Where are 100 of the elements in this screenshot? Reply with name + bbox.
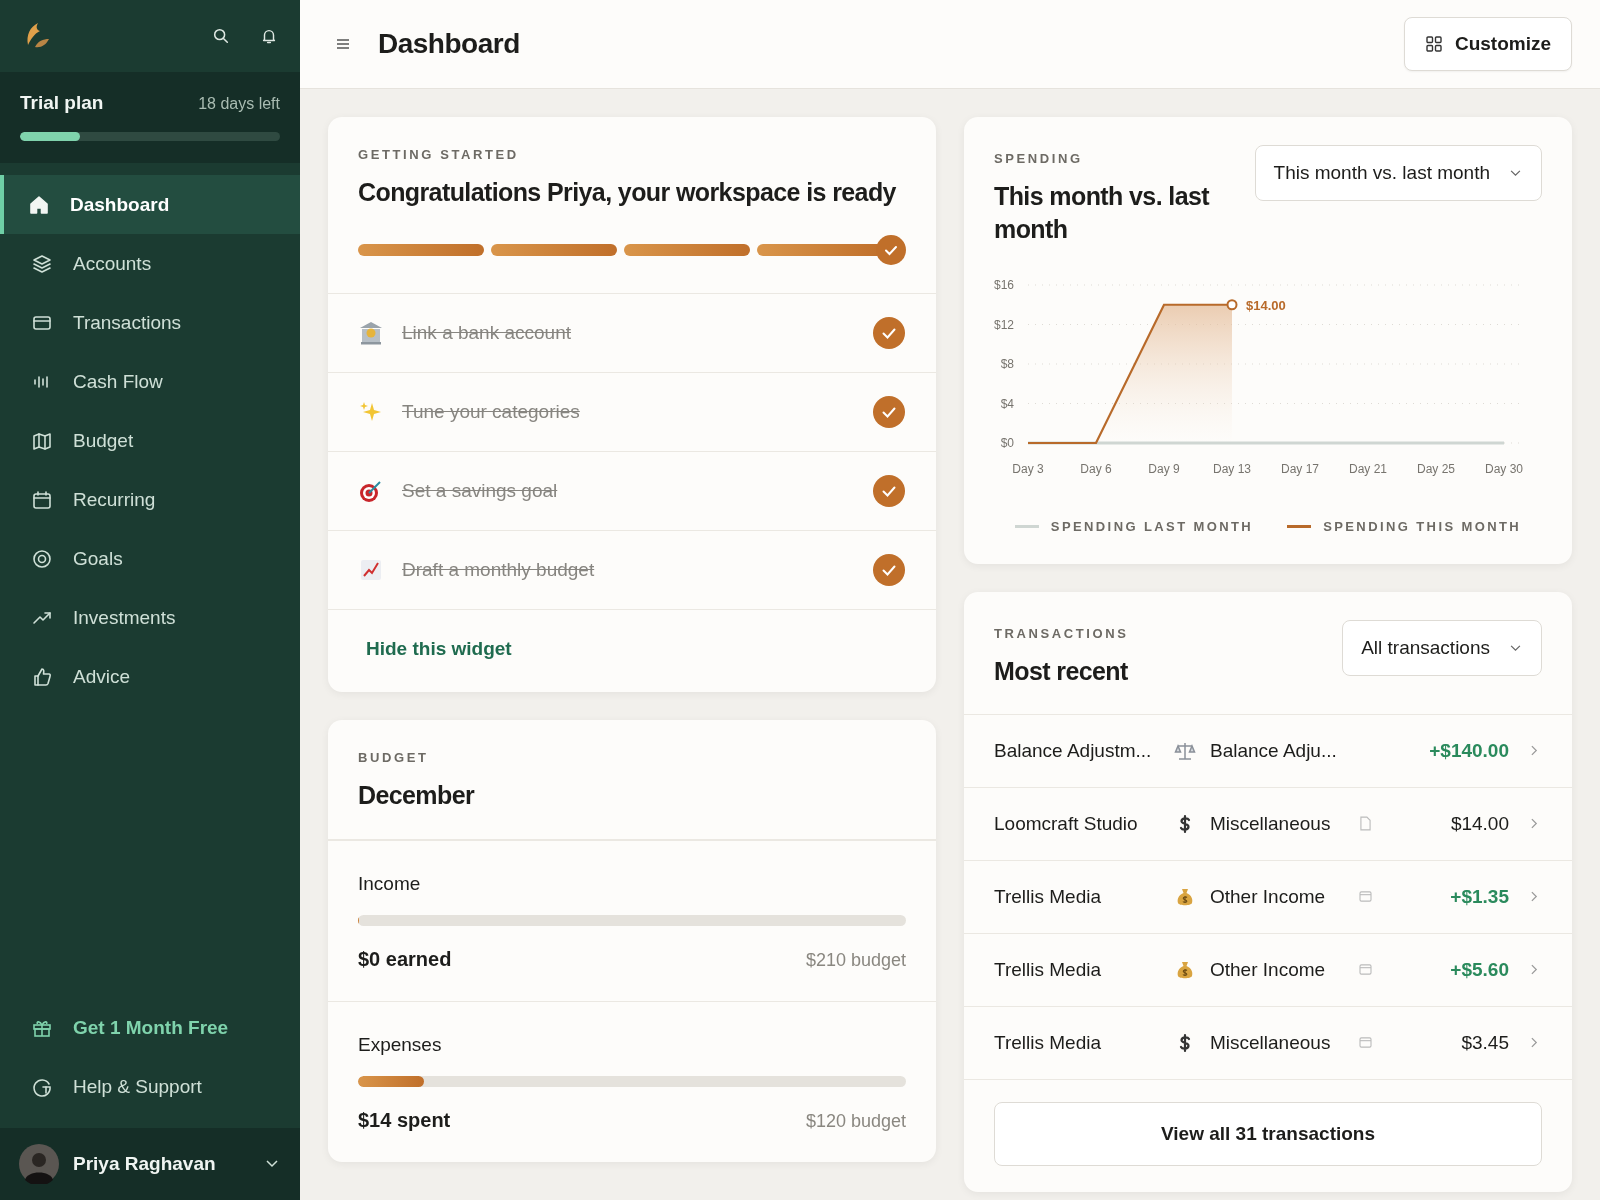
help-link[interactable]: Help & Support [0, 1057, 300, 1116]
check-icon [876, 234, 906, 265]
chevron-right-icon [1531, 964, 1538, 975]
card-eyebrow: SPENDING [994, 151, 1084, 166]
nav-item[interactable]: Accounts [0, 234, 300, 293]
card-title: This month vs. last month [994, 181, 1211, 245]
check-icon[interactable] [872, 552, 906, 587]
transaction-amount: $14.00 [1450, 812, 1509, 835]
card-title: Congratulations Priya, your workspace is ready [358, 177, 897, 208]
avatar [19, 1144, 59, 1184]
merchant-name: Loomcraft Studio [994, 812, 1139, 835]
task-label: Set a savings goal [402, 479, 558, 502]
customize-button[interactable]: Customize [1403, 17, 1572, 71]
view-all-button[interactable]: View all 31 transactions [994, 1101, 1542, 1166]
layers-icon [31, 252, 53, 275]
category-name: Miscellaneous [1210, 812, 1332, 835]
card-eyebrow: BUDGET [358, 749, 430, 765]
filter-dropdown[interactable]: All transactions [1342, 620, 1542, 676]
grid-icon [1424, 35, 1443, 53]
legend-label: SPENDING THIS MONTH [1323, 519, 1522, 534]
transaction-row[interactable]: Loomcraft Studio Miscellaneous $14.00 [964, 786, 1572, 860]
axis-label: Day 13 [1213, 462, 1251, 476]
budget-total: $120 budget [805, 1111, 906, 1132]
card-eyebrow: GETTING STARTED [358, 147, 520, 162]
category-name: Other Income [1210, 958, 1327, 981]
nav-item[interactable]: Budget [0, 411, 300, 470]
budget-label: Expenses [358, 1034, 443, 1056]
axis-label: Day 30 [1485, 462, 1523, 476]
transaction-row[interactable]: Trellis Media Miscellaneous $3.45 [964, 1005, 1572, 1079]
page-title: Dashboard [378, 28, 520, 60]
budget-total: $210 budget [805, 950, 906, 971]
days-left: 18 days left [198, 95, 280, 113]
axis-label: Day 21 [1349, 462, 1387, 476]
transaction-amount: +$1.35 [1450, 885, 1509, 908]
axis-label: Day 6 [1080, 462, 1112, 476]
axis-label: Day 17 [1281, 462, 1319, 476]
home-icon [28, 193, 50, 216]
search-icon[interactable] [212, 27, 230, 45]
budget-amount: $14 spent [358, 1109, 451, 1132]
chevron-down-icon [266, 1160, 278, 1168]
category-name: Balance Adju... [1210, 739, 1338, 762]
thumb-icon [31, 665, 53, 688]
nav-item[interactable]: Dashboard [0, 175, 300, 234]
bank-icon [358, 319, 384, 346]
document-icon [1359, 816, 1371, 831]
nav-item[interactable]: Transactions [0, 293, 300, 352]
chevron-right-icon [1531, 745, 1538, 756]
category-name: Miscellaneous [1210, 1031, 1332, 1054]
nav-item[interactable]: Cash Flow [0, 352, 300, 411]
budget-amount: $0 earned [358, 948, 452, 971]
card-icon [1358, 1037, 1372, 1048]
transaction-amount: $3.45 [1461, 1031, 1509, 1054]
axis-label: $8 [1000, 357, 1014, 371]
legend-label: SPENDING LAST MONTH [1050, 519, 1254, 534]
axis-label: Day 25 [1417, 462, 1455, 476]
data-label: $14.00 [1246, 297, 1286, 313]
axis-label: $0 [1000, 436, 1014, 450]
check-icon[interactable] [872, 315, 906, 350]
merchant-name: Trellis Media [994, 885, 1102, 908]
card-icon [1358, 891, 1372, 902]
merchant-name: Trellis Media [994, 958, 1102, 981]
chevron-right-icon [1531, 891, 1538, 902]
period-dropdown[interactable]: This month vs. last month [1254, 145, 1542, 201]
transaction-row[interactable]: Trellis Media Other Income +$1.35 [964, 859, 1572, 933]
axis-label: Day 9 [1148, 462, 1180, 476]
transaction-row[interactable]: Balance Adjustm... Balance Adju... +$140.00 [964, 713, 1572, 787]
chevron-right-icon [1531, 1037, 1538, 1048]
trial-label: Trial plan [20, 92, 104, 114]
axis-label: Day 3 [1012, 462, 1044, 476]
target-icon [31, 547, 53, 570]
bell-icon[interactable] [260, 27, 278, 45]
check-icon[interactable] [872, 394, 906, 429]
check-icon[interactable] [872, 473, 906, 508]
task-label: Draft a monthly budget [402, 558, 595, 581]
task-label: Tune your categories [402, 400, 580, 423]
chevron-down-icon [1510, 169, 1521, 177]
user-menu[interactable]: Priya Raghavan [0, 1128, 300, 1200]
menu-icon[interactable] [336, 38, 350, 50]
axis-label: $12 [993, 317, 1014, 332]
nav-item[interactable]: Investments [0, 588, 300, 647]
calendar-icon [31, 488, 53, 511]
hide-widget-link[interactable]: Hide this widget [366, 637, 512, 659]
card-title: Most recent [994, 656, 1129, 687]
card-eyebrow: TRANSACTIONS [994, 626, 1129, 641]
merchant-name: Trellis Media [994, 1031, 1102, 1054]
transaction-row[interactable]: Trellis Media Other Income +$5.60 [964, 932, 1572, 1006]
transaction-amount: +$140.00 [1429, 739, 1509, 762]
card-title: December [358, 779, 476, 811]
chevron-down-icon [1510, 644, 1521, 652]
nav-item[interactable]: Recurring [0, 470, 300, 529]
data-point [1226, 299, 1238, 311]
transaction-amount: +$5.60 [1450, 958, 1509, 981]
task-label: Link a bank account [402, 321, 571, 344]
nav-item[interactable]: Goals [0, 529, 300, 588]
axis-label: $4 [1000, 396, 1014, 411]
user-name: Priya Raghavan [73, 1153, 216, 1175]
nav-item[interactable]: Advice [0, 647, 300, 706]
promo-link[interactable]: Get 1 Month Free [0, 998, 300, 1057]
axis-label: $16 [993, 278, 1014, 292]
budget-label: Income [358, 873, 422, 895]
